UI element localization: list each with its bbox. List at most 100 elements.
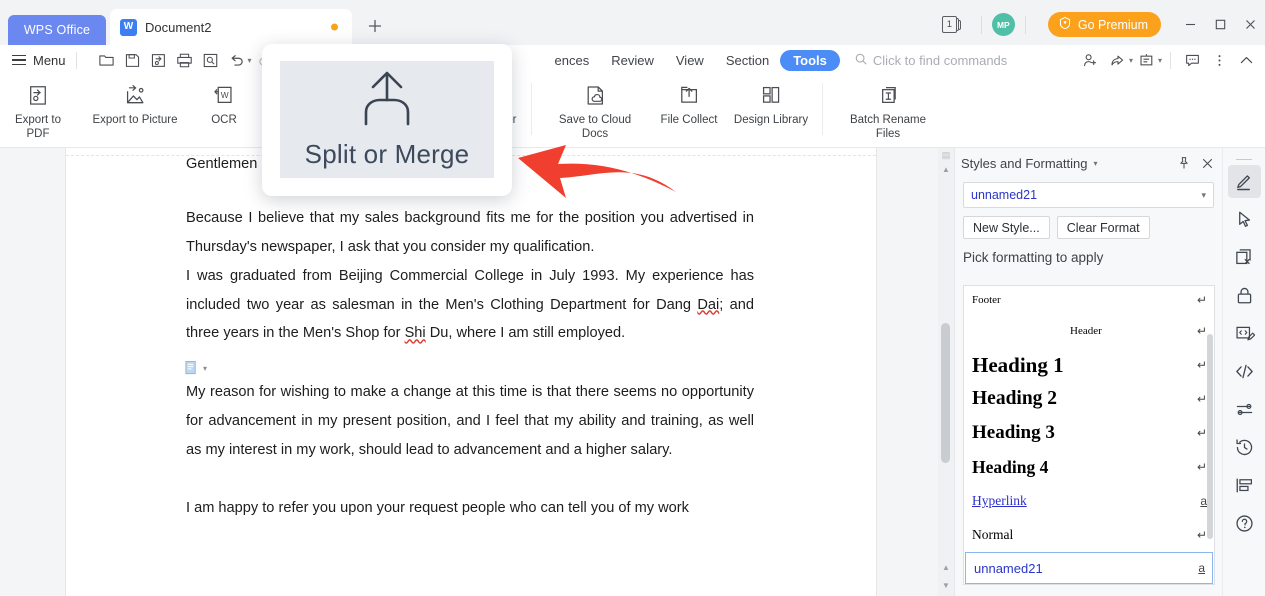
- select-cursor-icon[interactable]: [1228, 203, 1261, 236]
- scroll-down-arrow-icon[interactable]: ▲: [942, 560, 950, 574]
- wps-writer-window: WPS Office W Document2 1 MP: [0, 0, 1265, 596]
- style-item-label: Heading 4: [972, 457, 1048, 478]
- svg-text:W: W: [220, 90, 228, 100]
- style-item-unnamed21[interactable]: unnamed21 a: [965, 552, 1213, 584]
- tab-tools[interactable]: Tools: [780, 50, 840, 71]
- document-paragraph-2: I was graduated from Beijing Commercial …: [186, 262, 754, 348]
- style-item-heading-2[interactable]: Heading 2 ↵: [964, 382, 1214, 416]
- close-button[interactable]: [1235, 13, 1265, 37]
- style-item-header[interactable]: Header ↵: [964, 314, 1214, 348]
- style-item-label: Hyperlink: [972, 493, 1027, 509]
- export-pdf-icon: [26, 81, 51, 109]
- tab-references[interactable]: ences: [544, 50, 601, 71]
- ribbon-button-label: Export to PDF: [8, 113, 68, 142]
- wps-office-tab[interactable]: WPS Office: [8, 15, 106, 45]
- more-options-icon[interactable]: [1206, 48, 1232, 72]
- pin-icon[interactable]: [1177, 156, 1191, 170]
- go-premium-button[interactable]: Go Premium: [1048, 12, 1161, 37]
- ribbon-button-label: Export to Picture: [92, 113, 177, 127]
- tab-view[interactable]: View: [665, 50, 715, 71]
- style-item-heading-3[interactable]: Heading 3 ↵: [964, 416, 1214, 450]
- maximize-button[interactable]: [1205, 13, 1235, 37]
- save-icon[interactable]: [121, 48, 145, 72]
- help-icon[interactable]: [1228, 507, 1261, 540]
- style-item-footer[interactable]: Footer ↵: [964, 286, 1214, 314]
- wps-writer-icon: W: [120, 19, 137, 36]
- style-item-mark: ↵: [1197, 528, 1207, 542]
- ribbon-button-label: Save to Cloud Docs: [549, 113, 641, 142]
- lock-icon[interactable]: [1228, 279, 1261, 312]
- highlight-pen-icon[interactable]: [1228, 165, 1261, 198]
- batch-rename-icon: [876, 81, 901, 109]
- clear-format-button[interactable]: Clear Format: [1057, 216, 1150, 239]
- right-tool-rail: [1222, 148, 1265, 596]
- style-item-label: Normal: [972, 527, 1013, 543]
- style-item-hyperlink[interactable]: Hyperlink a: [964, 484, 1214, 518]
- print-icon[interactable]: [173, 48, 197, 72]
- styles-list-scrollbar-thumb[interactable]: [1207, 334, 1213, 539]
- settings-sliders-icon[interactable]: [1228, 393, 1261, 426]
- style-item-normal[interactable]: Normal ↵: [964, 518, 1214, 552]
- new-style-button[interactable]: New Style...: [963, 216, 1050, 239]
- split-view-icon[interactable]: ▤: [942, 150, 951, 161]
- close-icon[interactable]: [1201, 157, 1214, 170]
- collapse-ribbon-icon[interactable]: [1233, 48, 1259, 72]
- split-or-merge-tooltip-content: Split or Merge: [280, 61, 494, 178]
- page-count-indicator[interactable]: 1: [942, 16, 961, 33]
- ribbon-button-save-to-cloud-docs[interactable]: Save to Cloud Docs: [538, 75, 652, 142]
- style-item-mark: ↵: [1197, 358, 1207, 372]
- remove-pages-icon[interactable]: [1228, 241, 1261, 274]
- style-item-heading-1[interactable]: Heading 1 ↵: [964, 348, 1214, 382]
- ribbon-content: Export to PDF Export to Picture W OCR Pi…: [0, 75, 1265, 148]
- collaborate-icon[interactable]: [1134, 48, 1160, 72]
- menu-button[interactable]: Menu: [12, 53, 66, 68]
- ribbon-button-export-to-pdf[interactable]: Export to PDF: [8, 75, 68, 142]
- undo-icon[interactable]: [225, 48, 249, 72]
- collaborate-dropdown-caret-icon[interactable]: ▾: [1158, 56, 1162, 65]
- save-as-icon[interactable]: [147, 48, 171, 72]
- chevron-down-icon[interactable]: ▾: [1201, 190, 1206, 201]
- comment-icon[interactable]: [1179, 48, 1205, 72]
- current-style-value: unnamed21: [971, 188, 1037, 202]
- style-item-label: Footer: [972, 294, 1001, 306]
- document-vertical-scrollbar[interactable]: ▤ ▲ ▲ ▼: [938, 148, 954, 596]
- scroll-page-down-icon[interactable]: ▼: [942, 578, 950, 592]
- open-icon[interactable]: [95, 48, 119, 72]
- rail-grip[interactable]: [1236, 159, 1252, 160]
- new-tab-button[interactable]: [366, 17, 384, 39]
- styles-list[interactable]: Footer ↵ Header ↵ Heading 1 ↵ Heading 2 …: [963, 285, 1215, 585]
- share-icon[interactable]: [1105, 48, 1131, 72]
- ribbon-button-file-collect[interactable]: File Collect: [652, 75, 726, 127]
- edit-note-icon[interactable]: [1228, 317, 1261, 350]
- chevron-down-icon[interactable]: ▾: [1093, 159, 1097, 168]
- ribbon-button-export-to-picture[interactable]: Export to Picture: [84, 75, 186, 127]
- hamburger-icon: [12, 55, 26, 66]
- share-user-icon[interactable]: [1078, 48, 1104, 72]
- current-style-combobox[interactable]: unnamed21 ▾: [963, 182, 1214, 208]
- minimize-button[interactable]: [1175, 13, 1205, 37]
- split-or-merge-tooltip[interactable]: Split or Merge: [262, 44, 512, 196]
- layout-icon[interactable]: [1228, 469, 1261, 502]
- print-preview-icon[interactable]: [199, 48, 223, 72]
- avatar[interactable]: MP: [992, 13, 1015, 36]
- ribbon-button-design-library[interactable]: Design Library: [726, 75, 816, 127]
- wps-office-tab-label: WPS Office: [24, 23, 90, 37]
- scrollbar-thumb[interactable]: [941, 323, 950, 463]
- tab-tools-label: Tools: [793, 53, 827, 68]
- undo-dropdown-caret-icon[interactable]: ▾: [248, 56, 252, 65]
- document-tab[interactable]: W Document2: [110, 9, 352, 45]
- tab-section[interactable]: Section: [715, 50, 780, 71]
- document-page[interactable]: ▾ Gentlemen Because I believe that my sa…: [66, 148, 876, 596]
- scroll-up-arrow-icon[interactable]: ▲: [942, 162, 950, 176]
- ribbon-button-ocr[interactable]: W OCR: [204, 75, 244, 127]
- document-pane[interactable]: ▾ Gentlemen Because I believe that my sa…: [0, 148, 938, 596]
- tab-review[interactable]: Review: [600, 50, 665, 71]
- code-icon[interactable]: [1228, 355, 1261, 388]
- style-item-mark: a: [1200, 494, 1207, 508]
- style-item-heading-4[interactable]: Heading 4 ↵: [964, 450, 1214, 484]
- share-dropdown-caret-icon[interactable]: ▾: [1129, 56, 1133, 65]
- tab-view-label: View: [676, 53, 704, 68]
- find-commands-box[interactable]: Click to find commands: [854, 52, 1007, 69]
- ribbon-button-batch-rename-files[interactable]: Batch Rename Files: [829, 75, 947, 142]
- history-icon[interactable]: [1228, 431, 1261, 464]
